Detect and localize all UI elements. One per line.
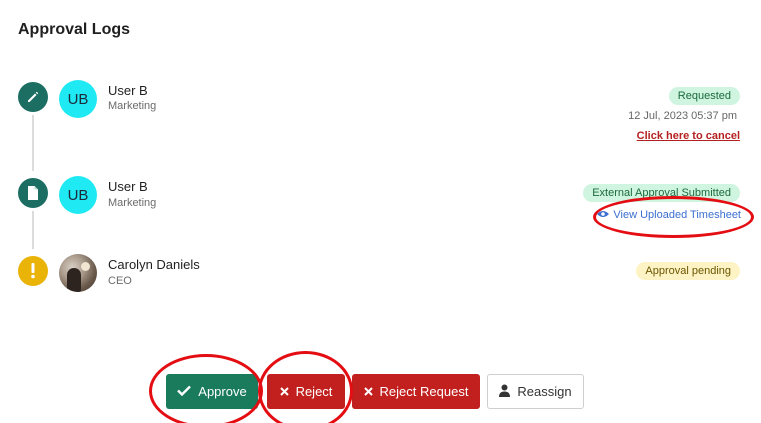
approve-label: Approve (198, 384, 247, 399)
eye-icon (597, 209, 610, 221)
view-timesheet-link[interactable]: View Uploaded Timesheet (597, 209, 741, 221)
status-badge: Requested (668, 87, 740, 105)
pencil-icon (18, 82, 48, 112)
avatar: UB (59, 80, 97, 118)
file-icon (18, 178, 48, 208)
view-timesheet-label: View Uploaded Timesheet (613, 209, 741, 221)
status-badge: Approval pending (636, 262, 740, 280)
reject-request-button[interactable]: Reject Request (352, 374, 480, 409)
avatar: UB (59, 176, 97, 214)
approve-button[interactable]: Approve (166, 374, 258, 409)
log-timestamp: 12 Jul, 2023 05:37 pm (628, 110, 737, 122)
timeline-connector (32, 211, 34, 249)
reject-request-label: Reject Request (379, 384, 469, 399)
log-user-name: Carolyn Daniels (108, 257, 200, 272)
reject-label: Reject (295, 384, 333, 399)
log-user-department: Marketing (108, 100, 157, 112)
avatar (59, 254, 97, 292)
log-user-department: CEO (108, 275, 132, 287)
log-user-name: User B (108, 179, 148, 194)
page-title: Approval Logs (18, 21, 131, 38)
checkmark-icon (177, 384, 192, 399)
reassign-button[interactable]: Reassign (487, 374, 584, 409)
reject-button[interactable]: Reject (267, 374, 345, 409)
log-user-name: User B (108, 83, 148, 98)
exclamation-icon (18, 256, 48, 286)
user-icon (499, 384, 511, 400)
close-icon (279, 384, 289, 399)
cancel-request-link[interactable]: Click here to cancel (637, 130, 740, 142)
reassign-label: Reassign (517, 384, 572, 399)
timeline-connector (32, 115, 34, 171)
close-icon (363, 384, 373, 399)
log-user-department: Marketing (108, 197, 157, 209)
status-badge: External Approval Submitted (583, 184, 740, 202)
